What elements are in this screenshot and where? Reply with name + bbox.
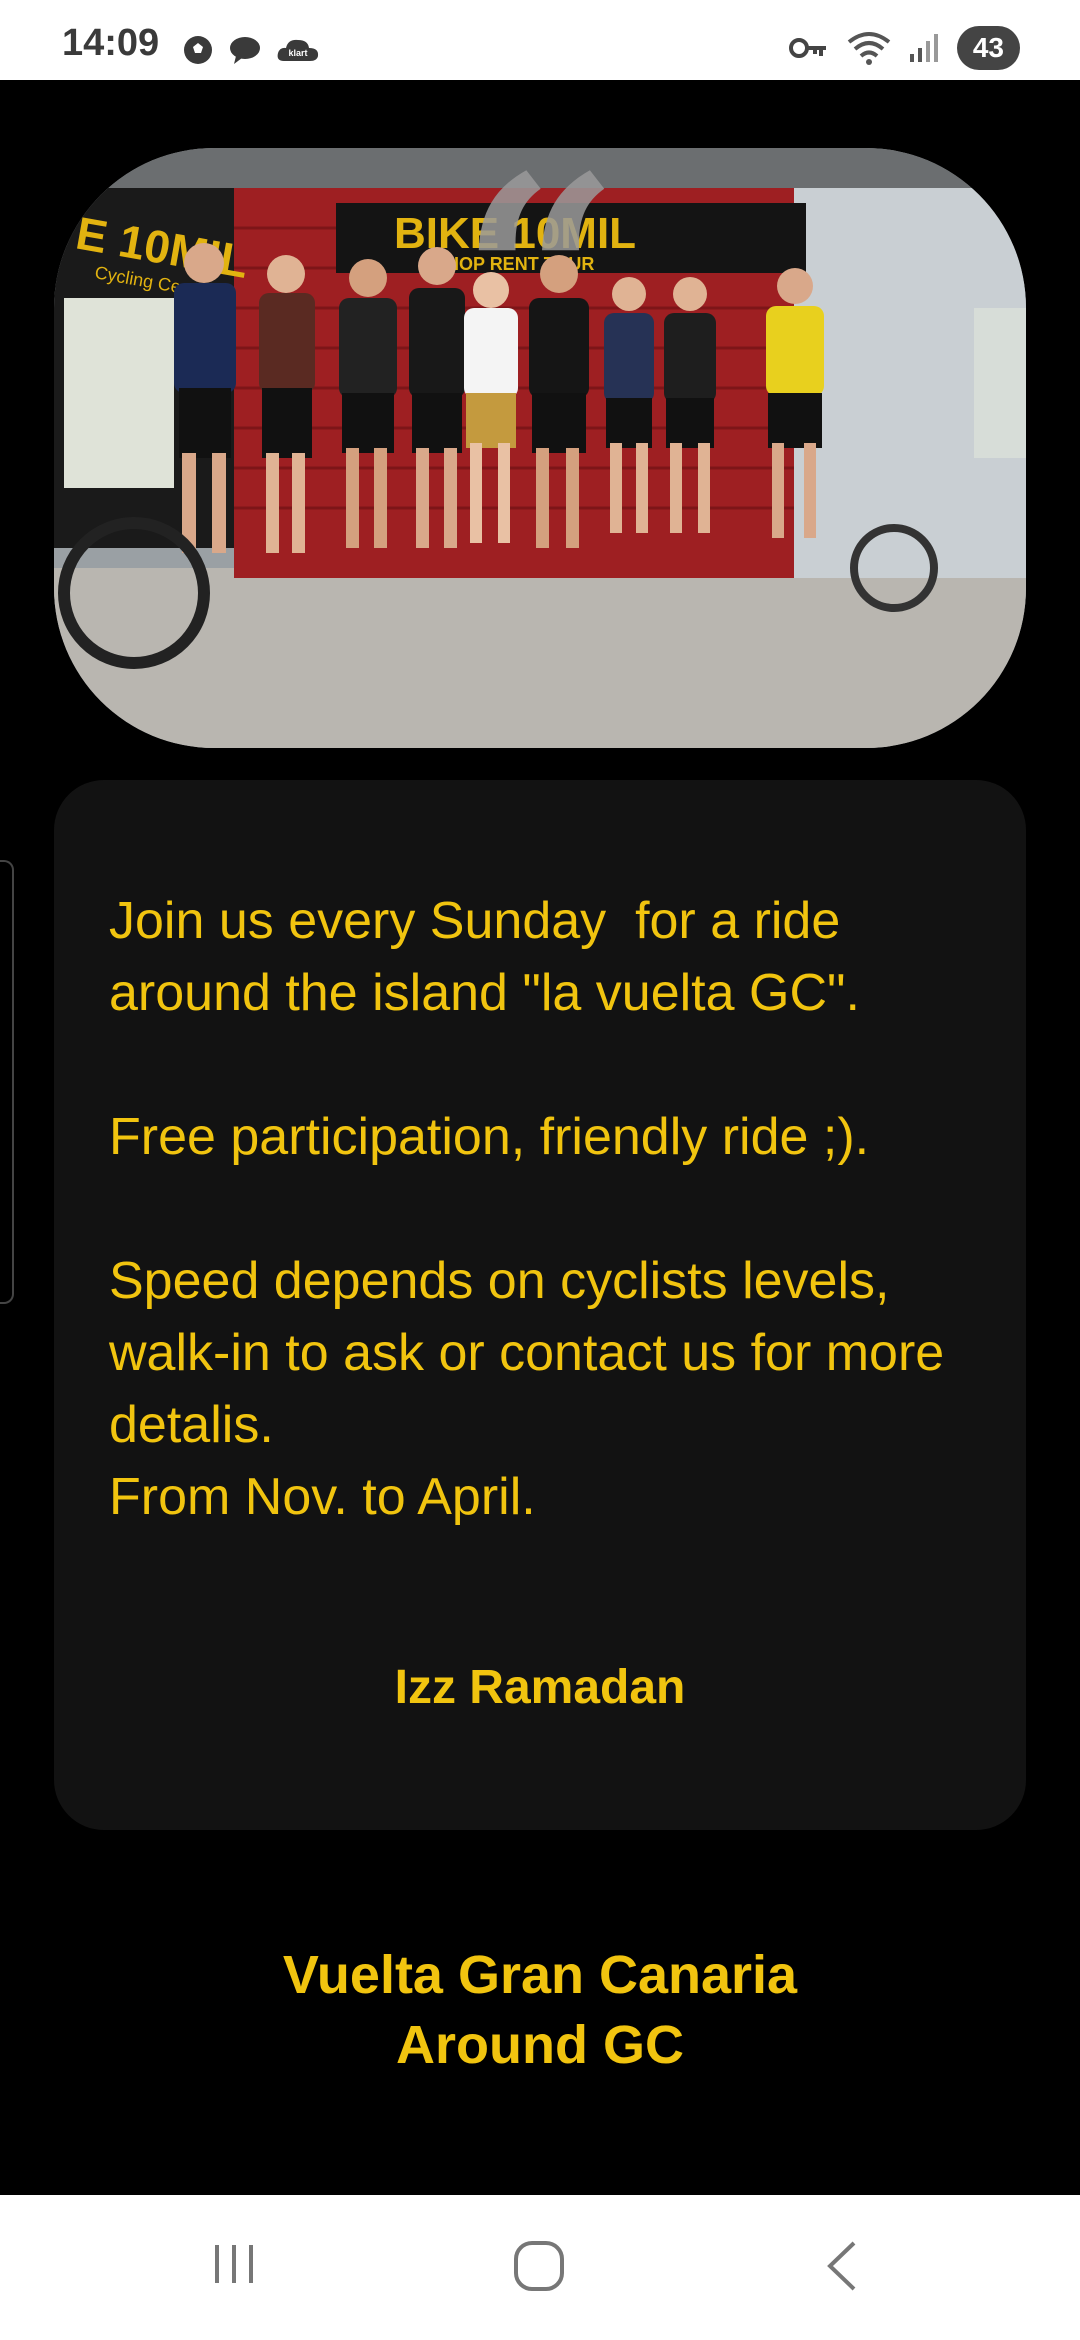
klart-label: klart bbox=[288, 48, 307, 58]
klart-cloud-icon: klart bbox=[277, 39, 319, 61]
status-left-icons: klart bbox=[182, 34, 320, 66]
navigation-bar bbox=[0, 2195, 1080, 2340]
status-bar: 14:09 klart 43 bbox=[0, 0, 1080, 80]
quote-card: Join us every Sunday for a ride around t… bbox=[54, 780, 1026, 1830]
edge-panel-handle[interactable] bbox=[0, 860, 14, 1304]
group-photo: E 10MIL Cycling Center BIKE 10MIL SHOP R… bbox=[54, 148, 1026, 748]
vpn-key-icon bbox=[788, 38, 826, 58]
quote-mark-icon: “ bbox=[459, 148, 620, 445]
section-title-line1: Vuelta Gran Canaria bbox=[282, 1945, 798, 2005]
status-time: 14:09 bbox=[62, 22, 160, 64]
quote-text: Join us every Sunday for a ride around t… bbox=[109, 892, 945, 1526]
recent-apps-icon[interactable] bbox=[210, 2239, 260, 2289]
signal-icon bbox=[909, 34, 938, 62]
battery-indicator: 43 bbox=[956, 26, 1020, 70]
section-title-line2: Around GC bbox=[396, 2015, 684, 2075]
wifi-icon bbox=[847, 32, 891, 65]
chat-bubble-icon bbox=[230, 37, 260, 64]
quote-author: Izz Ramadan bbox=[394, 1661, 686, 1714]
status-right-icons: 43 bbox=[788, 26, 1020, 70]
section-title: Vuelta Gran Canaria Around GC bbox=[0, 1940, 1080, 2080]
back-icon[interactable] bbox=[822, 2239, 862, 2293]
home-icon[interactable] bbox=[512, 2239, 566, 2293]
group-photo-illustration: E 10MIL Cycling Center BIKE 10MIL SHOP R… bbox=[54, 148, 1026, 748]
soccer-ball-icon bbox=[184, 36, 212, 64]
